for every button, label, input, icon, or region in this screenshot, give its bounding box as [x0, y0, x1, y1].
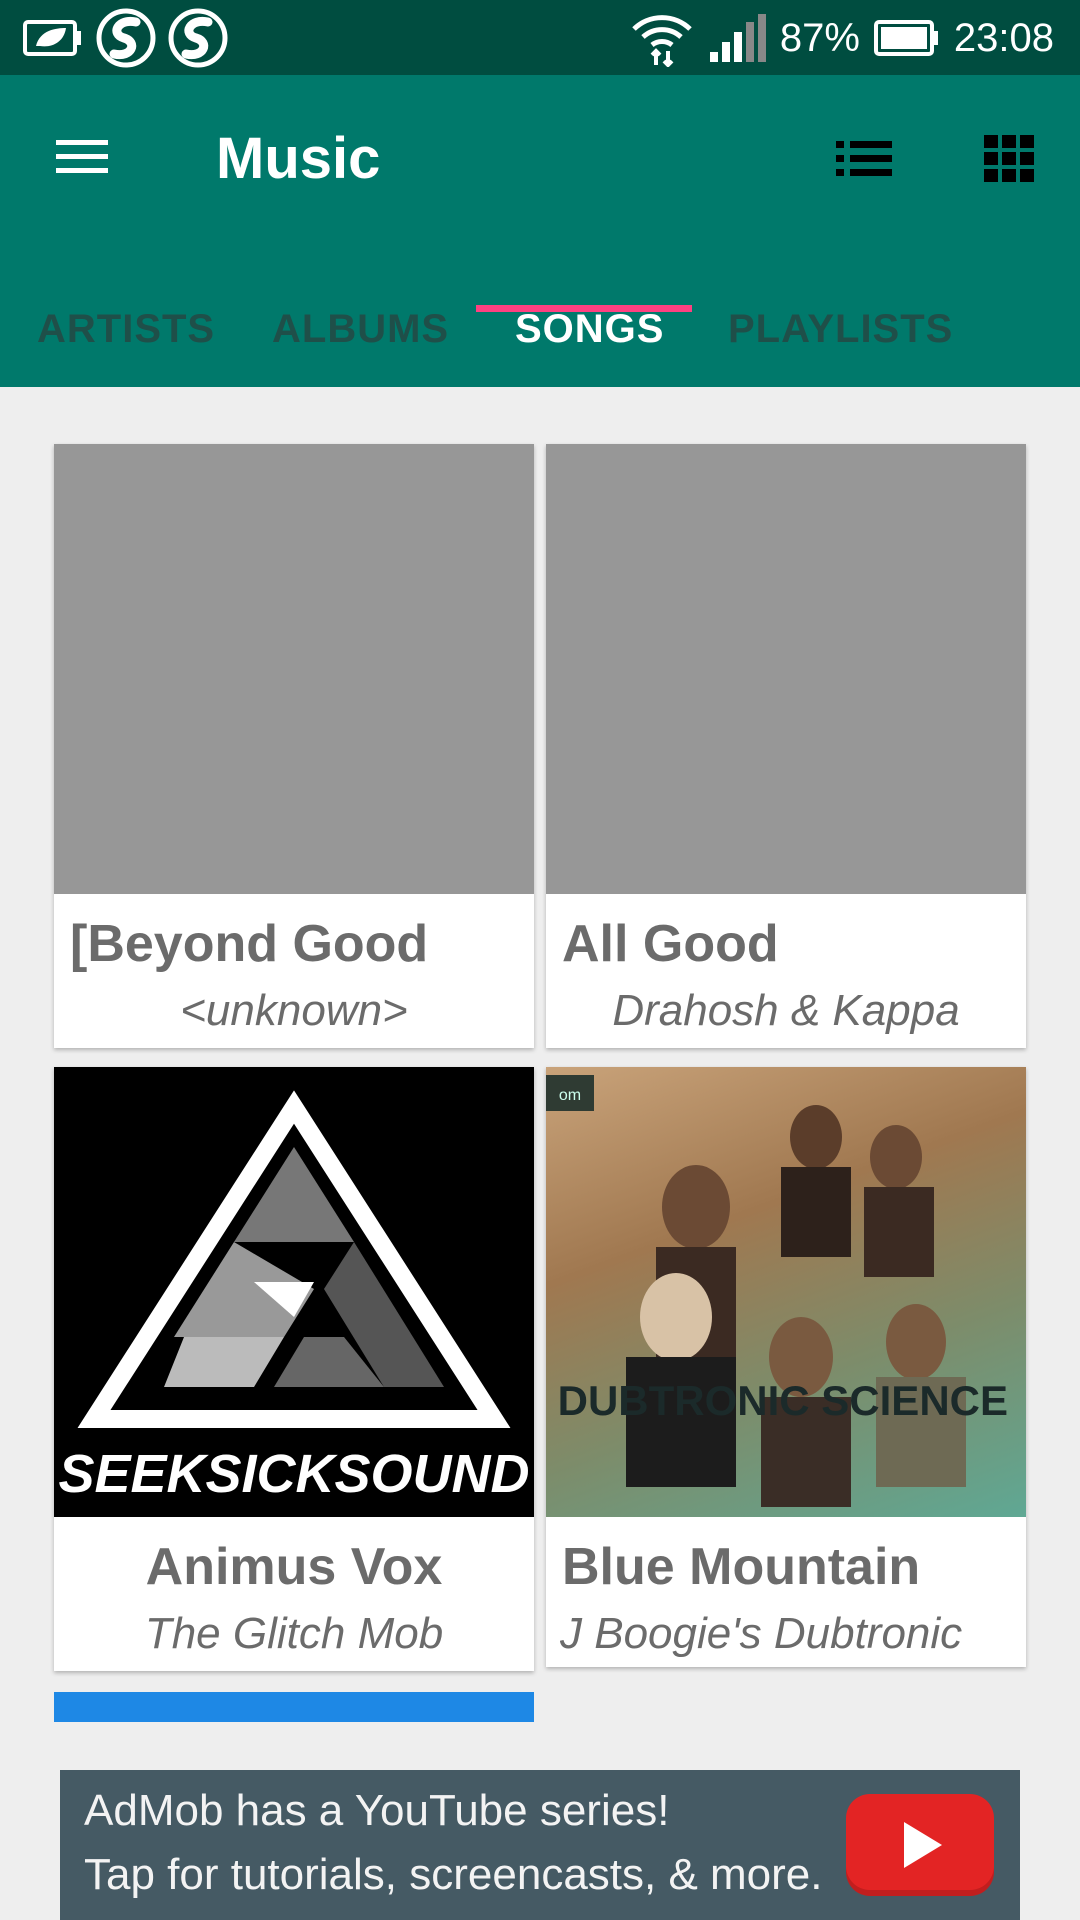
tab-indicator	[476, 305, 692, 312]
ad-text-line1: AdMob has a YouTube series!	[84, 1786, 670, 1835]
tab-artists[interactable]: ARTISTS	[37, 307, 215, 352]
tab-albums[interactable]: ALBUMS	[272, 307, 449, 352]
battery-percent: 87%	[779, 15, 860, 60]
song-artist: The Glitch Mob	[144, 1609, 444, 1658]
song-title: All Good	[562, 915, 779, 973]
battery-icon	[873, 20, 938, 56]
tab-bar: ARTISTS ALBUMS SONGS PLAYLISTS	[0, 275, 1080, 387]
label-badge: om	[559, 1087, 581, 1104]
song-card-partial[interactable]	[54, 1692, 534, 1722]
song-card[interactable]: SEEKSICKSOUND Animus Vox The Glitch Mob	[54, 1067, 534, 1671]
song-card[interactable]: [Beyond Good <unknown>	[54, 444, 534, 1048]
album-art-placeholder	[546, 444, 1026, 894]
grid-view-icon[interactable]	[982, 133, 1036, 183]
album-art-text: J BOOGIE'S DUBTRONIC SCIENCE	[546, 1377, 1008, 1424]
song-artist: <unknown>	[180, 986, 408, 1035]
song-card[interactable]: om J BOOGIE'S DUBTRONIC SCIENCE Blue Mou…	[546, 1067, 1026, 1667]
band-photo-icon: om J BOOGIE'S DUBTRONIC SCIENCE	[546, 1075, 1008, 1507]
app-s-icon	[96, 8, 156, 68]
song-artist: Drahosh & Kappa	[612, 986, 960, 1035]
list-view-icon[interactable]	[834, 137, 894, 181]
page-title: Music	[216, 126, 381, 191]
song-title: Animus Vox	[145, 1538, 443, 1596]
song-card[interactable]: All Good Drahosh & Kappa	[546, 444, 1026, 1048]
clock: 23:08	[953, 15, 1054, 60]
seeksicksound-logo-icon: SEEKSICKSOUND	[58, 1090, 530, 1504]
album-art-j-boogie: om J BOOGIE'S DUBTRONIC SCIENCE	[546, 1067, 1026, 1517]
ad-banner[interactable]: AdMob has a YouTube series! Tap for tuto…	[60, 1770, 1020, 1920]
ad-text-line2: Tap for tutorials, screencasts, & more.	[84, 1850, 823, 1899]
album-art-seeksicksound: SEEKSICKSOUND	[54, 1067, 534, 1517]
signal-icon	[709, 14, 766, 62]
app-s-icon	[168, 8, 228, 68]
song-title: Blue Mountain	[562, 1538, 921, 1596]
album-art-placeholder	[54, 444, 534, 894]
song-artist: J Boogie's Dubtronic	[560, 1609, 963, 1658]
album-art-text: SEEKSICKSOUND	[58, 1444, 529, 1504]
tab-songs[interactable]: SONGS	[515, 307, 664, 352]
youtube-play-icon[interactable]	[846, 1794, 994, 1896]
status-bar: 87% 23:08	[0, 0, 1080, 75]
wifi-icon	[632, 15, 692, 67]
tab-playlists[interactable]: PLAYLISTS	[728, 307, 953, 352]
hamburger-menu-icon[interactable]	[52, 132, 112, 182]
app-bar: Music ARTISTS ALBUMS SONGS PLAYLISTS	[0, 75, 1080, 387]
song-title: [Beyond Good	[70, 915, 429, 973]
battery-saver-icon	[23, 20, 81, 56]
